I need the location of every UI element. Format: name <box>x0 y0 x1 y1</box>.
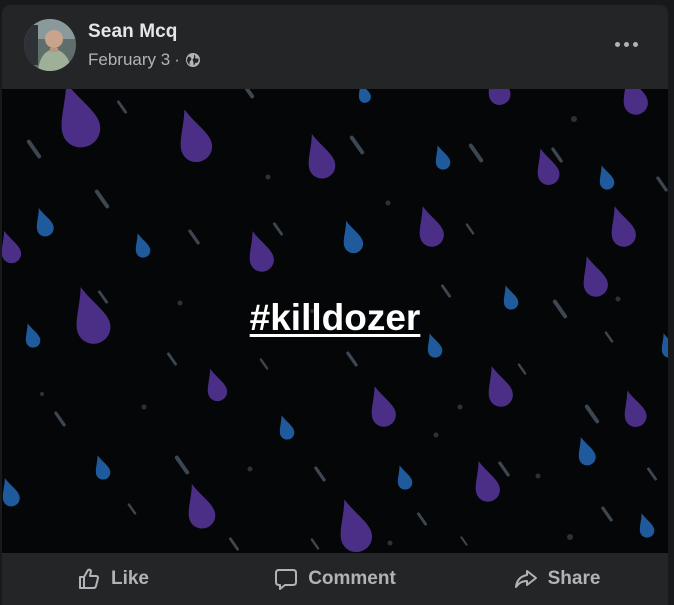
rain-dot <box>457 404 463 410</box>
rain-streak <box>127 503 137 515</box>
blue-raindrop <box>2 478 20 507</box>
author-name[interactable]: Sean Mcq <box>88 21 178 43</box>
rain-streak <box>584 404 600 424</box>
blue-raindrop <box>599 165 615 190</box>
more-options-button[interactable] <box>606 29 646 59</box>
rain-streak <box>646 467 658 481</box>
rain-streak <box>656 176 668 192</box>
purple-raindrop <box>488 366 513 407</box>
blue-raindrop <box>343 220 364 254</box>
purple-raindrop <box>207 368 228 402</box>
rain-streak <box>440 284 452 298</box>
rain-streak <box>460 536 468 546</box>
rain-streak <box>601 506 613 522</box>
rain-streak <box>349 135 365 155</box>
rain-dot <box>265 174 271 180</box>
rain-streak <box>346 351 358 367</box>
rain-streak <box>239 89 255 99</box>
purple-raindrop <box>2 230 22 264</box>
purple-raindrop <box>611 206 636 247</box>
rain-streak <box>174 455 190 475</box>
purple-raindrop <box>419 206 444 247</box>
purple-raindrop <box>249 231 274 272</box>
rain-dot <box>433 432 439 438</box>
rain-dot <box>571 116 577 122</box>
blue-raindrop <box>279 415 295 440</box>
rain-streak <box>468 143 484 163</box>
post-card: Sean Mcq February 3 · #killdozer Like Co… <box>2 5 668 605</box>
purple-raindrop <box>340 499 372 553</box>
blue-raindrop <box>578 437 596 466</box>
blue-raindrop <box>639 513 655 538</box>
rain-streak <box>54 411 66 427</box>
avatar-image <box>24 19 76 71</box>
rain-dot <box>40 392 44 396</box>
rain-dot <box>387 540 393 546</box>
rain-streak <box>94 189 110 209</box>
purple-raindrop <box>61 89 101 148</box>
comment-label: Comment <box>308 568 396 589</box>
purple-raindrop <box>180 109 212 163</box>
more-dot <box>623 41 629 47</box>
rain-streak <box>26 139 42 159</box>
rain-dot <box>535 473 541 479</box>
purple-raindrop <box>583 256 608 297</box>
purple-raindrop <box>308 133 336 179</box>
purple-raindrop <box>188 483 216 529</box>
rain-streak <box>465 223 475 235</box>
more-dot <box>614 41 620 47</box>
comment-button[interactable]: Comment <box>224 559 446 599</box>
rain-streak <box>259 358 269 370</box>
share-arrow-icon <box>514 570 537 588</box>
rain-streak <box>272 222 284 236</box>
blue-raindrop <box>135 233 151 258</box>
rain-dot <box>567 534 573 540</box>
meta-separator: · <box>174 50 180 69</box>
post-date[interactable]: February 3 <box>88 50 170 70</box>
purple-raindrop <box>475 461 500 502</box>
thumbs-up-icon <box>78 568 99 589</box>
hashtag-link[interactable]: #killdozer <box>2 297 668 339</box>
like-label: Like <box>110 568 150 589</box>
post-actions: Like Comment Share <box>2 553 668 605</box>
rain-dot <box>385 200 391 206</box>
more-dot <box>632 41 638 47</box>
blue-raindrop <box>36 208 54 237</box>
rain-dot <box>141 404 147 410</box>
purple-raindrop <box>371 386 396 427</box>
rain-streak <box>314 466 326 482</box>
purple-raindrop <box>624 390 647 427</box>
avatar[interactable] <box>24 19 76 71</box>
rain-streak <box>498 461 510 477</box>
rain-streak <box>116 100 128 114</box>
blue-raindrop <box>95 455 111 480</box>
rain-streak <box>551 147 563 163</box>
globe-icon[interactable] <box>185 52 201 68</box>
rain-streak <box>166 352 178 366</box>
post-header: Sean Mcq February 3 · <box>2 5 668 89</box>
purple-raindrop <box>488 89 511 105</box>
purple-raindrop <box>623 89 648 115</box>
blue-raindrop <box>358 89 371 103</box>
blue-raindrop <box>435 145 451 170</box>
share-button[interactable]: Share <box>446 559 668 599</box>
rain-streak <box>416 512 428 526</box>
like-button[interactable]: Like <box>2 559 224 599</box>
purple-raindrop <box>537 148 560 185</box>
post-media[interactable]: #killdozer <box>2 89 668 553</box>
rain-streak <box>310 538 320 550</box>
rain-streak <box>517 363 527 375</box>
post-meta: February 3 · <box>88 50 201 70</box>
rain-streak <box>188 229 200 245</box>
rain-dot <box>247 466 253 472</box>
rain-streak <box>228 537 240 551</box>
blue-raindrop <box>397 465 413 490</box>
comment-bubble-icon <box>275 569 298 590</box>
share-label: Share <box>547 568 601 589</box>
